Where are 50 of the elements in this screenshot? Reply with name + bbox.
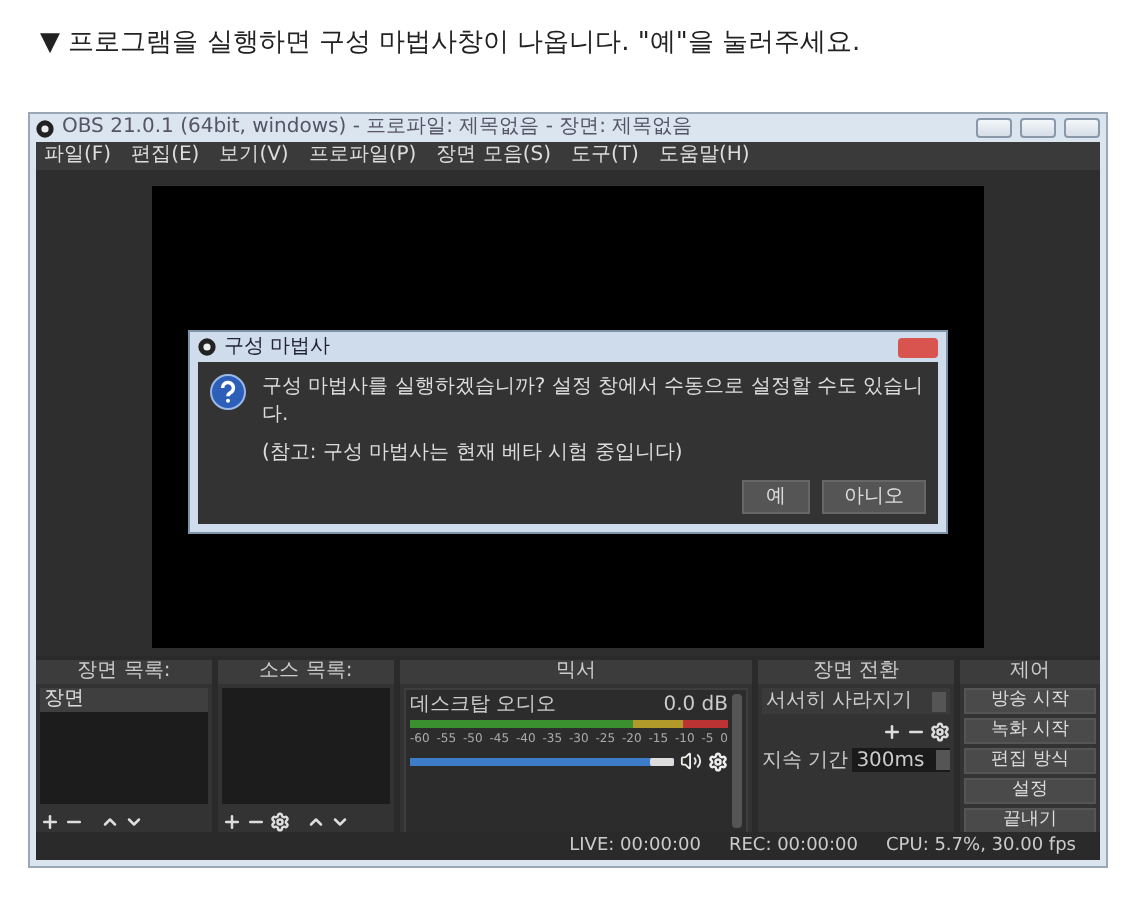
- dock-header: 소스 목록:: [218, 660, 394, 684]
- dock-header: 장면 전환: [758, 660, 954, 684]
- speaker-icon[interactable]: [680, 750, 702, 772]
- menu-item[interactable]: 편집(E): [131, 146, 200, 166]
- settings-icon[interactable]: [930, 721, 950, 741]
- window-title: OBS 21.0.1 (64bit, windows) - 프로파일: 제목없음 - 장면: 제목없음: [62, 118, 695, 138]
- add-icon[interactable]: [882, 721, 902, 741]
- instruction-text: ▼ 프로그램을 실행하면 구성 마법사창이 나옵니다. "예"을 눌러주세요.: [38, 26, 863, 62]
- settings-icon[interactable]: [270, 811, 290, 831]
- control-button[interactable]: 편집 방식: [964, 748, 1096, 774]
- scene-item[interactable]: 장면: [40, 688, 208, 712]
- control-button[interactable]: 방송 시작: [964, 688, 1096, 714]
- close-button[interactable]: [1064, 118, 1100, 138]
- control-button[interactable]: 녹화 시작: [964, 718, 1096, 744]
- menu-item[interactable]: 도구(T): [571, 146, 639, 166]
- settings-icon[interactable]: [708, 751, 728, 771]
- app-logo-icon: [198, 338, 216, 356]
- dialog-message: 구성 마법사를 실행하겠습니까? 설정 창에서 수동으로 설정할 수도 있습니다.: [262, 374, 926, 428]
- status-text: REC: 00:00:00: [728, 836, 859, 856]
- maximize-button[interactable]: [1020, 118, 1056, 138]
- volume-slider[interactable]: [410, 757, 674, 765]
- app-logo-icon: [36, 119, 54, 137]
- dock-header: 믹서: [400, 660, 752, 684]
- minimize-button[interactable]: [976, 118, 1012, 138]
- dialog-button[interactable]: 예: [742, 479, 810, 514]
- close-button[interactable]: [898, 337, 938, 357]
- channel-reading: 0.0 dB: [663, 694, 728, 716]
- menu-item[interactable]: 파일(F): [44, 146, 112, 166]
- control-button[interactable]: 끝내기: [964, 808, 1096, 834]
- status-text: LIVE: 00:00:00: [569, 836, 701, 856]
- duration-label: 지속 기간: [762, 749, 849, 771]
- add-icon[interactable]: [222, 811, 242, 831]
- add-icon[interactable]: [40, 811, 60, 831]
- dialog-note: (참고: 구성 마법사는 현재 베타 시험 중입니다): [262, 440, 685, 467]
- dock-header: 제어: [960, 660, 1100, 684]
- transition-select[interactable]: 서서히 사라지기: [762, 688, 950, 714]
- menu-item[interactable]: 보기(V): [219, 146, 289, 166]
- menu-item[interactable]: 장면 모음(S): [436, 146, 552, 166]
- dialog-title: 구성 마법사: [224, 337, 333, 357]
- question-icon: [210, 374, 246, 410]
- status-text: CPU: 5.7%, 30.00 fps: [886, 836, 1076, 856]
- channel-name: 데스크탑 오디오: [410, 694, 557, 716]
- dock-header: 장면 목록:: [36, 660, 212, 684]
- dialog-button[interactable]: 아니오: [822, 479, 926, 514]
- control-button[interactable]: 설정: [964, 778, 1096, 804]
- menu-item[interactable]: 프로파일(P): [308, 146, 417, 166]
- slider-thumb[interactable]: [650, 757, 674, 765]
- menu-item[interactable]: 도움말(H): [658, 146, 750, 166]
- scrollbar[interactable]: [732, 694, 742, 828]
- duration-field[interactable]: 300ms: [852, 748, 950, 772]
